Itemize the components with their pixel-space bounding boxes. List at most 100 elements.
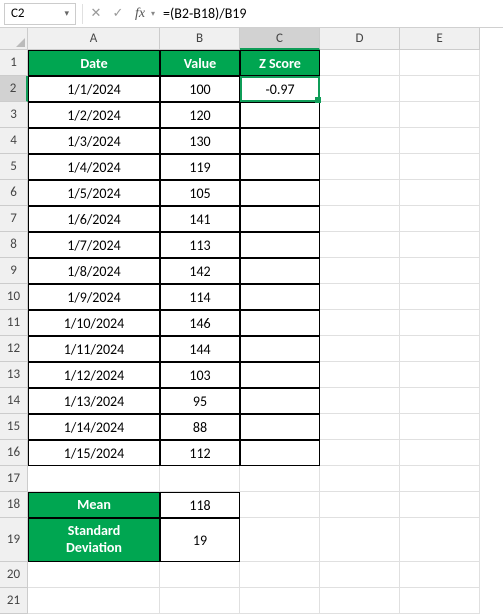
cell[interactable]: 1/6/2024 [28,206,160,232]
cell-header-date[interactable]: Date [28,50,160,76]
cell[interactable] [240,362,320,388]
cell[interactable] [320,414,400,440]
cell[interactable]: 1/11/2024 [28,336,160,362]
cell[interactable] [400,154,480,180]
cell[interactable] [160,562,240,588]
cell[interactable] [400,588,480,614]
row-header[interactable]: 20 [0,562,28,588]
cell[interactable] [320,50,400,76]
row-header[interactable]: 10 [0,284,28,310]
cell[interactable] [320,518,400,562]
cell[interactable] [320,102,400,128]
cell[interactable] [28,562,160,588]
cell[interactable] [400,232,480,258]
cell[interactable] [320,180,400,206]
cell[interactable] [400,336,480,362]
col-header-e[interactable]: E [400,28,480,50]
cell[interactable] [240,388,320,414]
cell[interactable]: 1/3/2024 [28,128,160,154]
cell[interactable] [320,440,400,466]
row-header[interactable]: 8 [0,232,28,258]
col-header-d[interactable]: D [320,28,400,50]
cell[interactable]: 1/12/2024 [28,362,160,388]
cell[interactable] [320,154,400,180]
cell[interactable]: 142 [160,258,240,284]
cell[interactable] [400,284,480,310]
cell[interactable]: 112 [160,440,240,466]
cell[interactable] [320,562,400,588]
cell[interactable] [240,440,320,466]
cell[interactable] [320,336,400,362]
formula-input[interactable] [157,3,503,25]
row-header[interactable]: 15 [0,414,28,440]
cell[interactable] [240,232,320,258]
cell[interactable]: 105 [160,180,240,206]
col-header-c[interactable]: C [240,28,320,50]
col-header-a[interactable]: A [28,28,160,50]
cell[interactable]: 1/4/2024 [28,154,160,180]
row-header[interactable]: 1 [0,50,28,76]
cell[interactable] [400,180,480,206]
cell[interactable] [240,102,320,128]
cell[interactable] [400,414,480,440]
cell[interactable]: 1/8/2024 [28,258,160,284]
cell[interactable] [240,336,320,362]
cell[interactable] [400,492,480,518]
cell[interactable]: 141 [160,206,240,232]
cell[interactable]: 1/10/2024 [28,310,160,336]
row-header[interactable]: 17 [0,466,28,492]
cell[interactable]: 103 [160,362,240,388]
cell[interactable]: 120 [160,102,240,128]
row-header[interactable]: 19 [0,518,28,562]
cell[interactable]: 1/7/2024 [28,232,160,258]
cell[interactable] [320,388,400,414]
cell[interactable] [320,232,400,258]
cell[interactable] [160,588,240,614]
row-header[interactable]: 2 [0,76,28,102]
cell[interactable] [400,388,480,414]
cell[interactable] [240,492,320,518]
cell[interactable] [320,588,400,614]
cell[interactable] [240,562,320,588]
cell[interactable]: 130 [160,128,240,154]
cell[interactable] [400,362,480,388]
confirm-icon[interactable]: ✓ [107,3,129,25]
cell[interactable] [240,588,320,614]
cell[interactable] [400,518,480,562]
cell[interactable] [320,206,400,232]
row-header[interactable]: 16 [0,440,28,466]
cell[interactable] [240,258,320,284]
fx-icon[interactable]: fx [129,3,151,25]
cell[interactable] [320,362,400,388]
row-header[interactable]: 13 [0,362,28,388]
cell[interactable] [320,284,400,310]
cell[interactable]: 1/2/2024 [28,102,160,128]
cell-header-value[interactable]: Value [160,50,240,76]
cell[interactable] [240,128,320,154]
cell[interactable]: 100 [160,76,240,102]
row-header[interactable]: 3 [0,102,28,128]
cell[interactable]: 119 [160,154,240,180]
cell[interactable]: 1/1/2024 [28,76,160,102]
cell[interactable]: 1/9/2024 [28,284,160,310]
cell[interactable] [320,258,400,284]
cell[interactable] [400,258,480,284]
cell[interactable] [28,466,160,492]
cell-mean-label[interactable]: Mean [28,492,160,518]
row-header[interactable]: 9 [0,258,28,284]
row-header[interactable]: 11 [0,310,28,336]
cell[interactable] [240,154,320,180]
cell[interactable]: 146 [160,310,240,336]
cell[interactable] [240,518,320,562]
row-header[interactable]: 18 [0,492,28,518]
cell[interactable] [400,50,480,76]
cell[interactable] [240,414,320,440]
row-header[interactable]: 21 [0,588,28,614]
cell[interactable] [240,310,320,336]
cell[interactable] [400,102,480,128]
cell[interactable]: 114 [160,284,240,310]
cell[interactable]: 144 [160,336,240,362]
col-header-b[interactable]: B [160,28,240,50]
cell-mean-value[interactable]: 118 [160,492,240,518]
cell[interactable] [240,206,320,232]
